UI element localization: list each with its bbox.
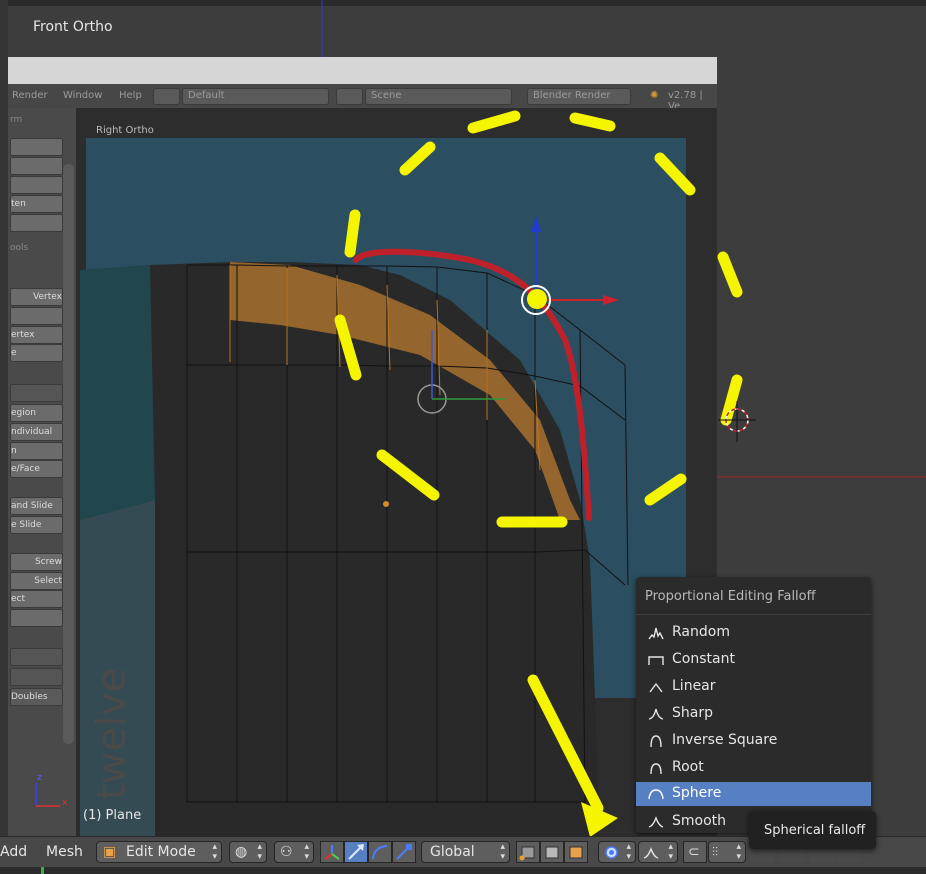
root-falloff-icon (650, 763, 662, 775)
falloff-item-sphere[interactable]: Sphere (636, 782, 871, 806)
updown-icon: ▴ ▾ (668, 842, 673, 862)
timeline-strip (0, 867, 926, 874)
gizmo-x-arrow[interactable] (603, 295, 619, 305)
snap-toggle[interactable]: ⊂ (683, 841, 707, 863)
menu-item-label: Linear (672, 678, 716, 694)
edge-select-button[interactable] (540, 841, 564, 863)
translate-manipulator-button[interactable] (344, 841, 368, 863)
menu-title: Proportional Editing Falloff (645, 589, 816, 604)
svg-text:x: x (62, 798, 68, 808)
vertex-select-button[interactable] (516, 841, 540, 863)
vertex-select-icon (519, 846, 535, 861)
updown-icon: ▴ ▾ (257, 842, 262, 862)
mesh-menu[interactable]: Mesh (46, 844, 83, 860)
random-falloff-icon (648, 627, 664, 640)
proportional-editing-icon (605, 846, 618, 859)
tooltip: Spherical falloff (749, 811, 876, 849)
linear-falloff-icon (649, 682, 663, 693)
falloff-item-inverse-square[interactable]: Inverse Square (636, 729, 871, 753)
add-menu[interactable]: Add (0, 844, 27, 860)
menu-item-label: Inverse Square (672, 732, 778, 748)
viewport-shading-selector[interactable]: ◍ ▴ ▾ (229, 841, 267, 863)
falloff-item-root[interactable]: Root (636, 756, 871, 780)
band-side-dark (80, 265, 155, 520)
snap-element-selector[interactable]: ⫶⫶ ▴ ▾ (708, 841, 746, 863)
falloff-type-selector[interactable]: ▴ ▾ (638, 841, 678, 863)
inverse-square-falloff-icon (650, 735, 662, 748)
updown-icon: ▴ ▾ (736, 842, 741, 862)
menu-item-label: Sharp (672, 705, 713, 721)
menu-item-label: Sphere (672, 785, 722, 801)
updown-icon: ▴ ▾ (626, 842, 631, 862)
orientation-label: Global (430, 844, 475, 860)
mode-label: Edit Mode (126, 844, 196, 860)
menu-item-label: Root (672, 759, 704, 775)
pivot-point-selector[interactable]: ⚇ ▴ ▾ (274, 841, 314, 863)
reference-watermark: twelve (89, 668, 135, 800)
updown-icon: ▴ ▾ (304, 842, 309, 862)
proportional-editing-selector[interactable]: ▴ ▾ (598, 841, 636, 863)
sharp-falloff-icon (648, 708, 664, 720)
menu-separator (636, 614, 871, 615)
transform-orientation-selector[interactable]: Global ▴ ▾ (421, 841, 510, 863)
face-select-icon (569, 846, 583, 859)
proportional-falloff-menu[interactable]: Proportional Editing Falloff Random Cons… (636, 577, 871, 833)
arrow-icon (348, 844, 364, 860)
band-shape (80, 262, 600, 836)
menu-item-label: Constant (672, 651, 735, 667)
tooltip-text: Spherical falloff (764, 823, 866, 838)
falloff-item-constant[interactable]: Constant (636, 648, 871, 672)
mode-selector[interactable]: ▣ Edit Mode ▴ ▾ (96, 841, 222, 863)
rotate-arc-icon (372, 845, 388, 860)
globe-icon: ◍ (235, 844, 248, 860)
updown-icon: ▴ ▾ (500, 842, 505, 862)
snap-increment-icon: ⫶⫶ (712, 845, 719, 859)
manipulator-icon (324, 845, 340, 860)
falloff-item-sharp[interactable]: Sharp (636, 702, 871, 726)
yellow-dot-annotation (527, 289, 547, 309)
face-select-button[interactable] (564, 841, 588, 863)
updown-icon: ▴ ▾ (212, 842, 217, 862)
svg-text:z: z (37, 773, 42, 783)
edit-mode-icon: ▣ (103, 844, 117, 860)
smooth-falloff-icon (648, 816, 664, 828)
constant-falloff-icon (648, 656, 664, 665)
edge-select-icon (545, 846, 559, 859)
current-frame-marker (41, 867, 44, 874)
object-origin-dot (383, 501, 389, 507)
scale-icon (396, 844, 412, 860)
rotate-manipulator-button[interactable] (368, 841, 392, 863)
menu-item-label: Smooth (672, 813, 727, 829)
pivot-icon: ⚇ (280, 844, 293, 860)
smooth-falloff-icon (643, 847, 659, 859)
scale-manipulator-button[interactable] (392, 841, 416, 863)
object-label: (1) Plane (83, 808, 142, 823)
gizmo-z-arrow[interactable] (531, 216, 541, 232)
menu-item-label: Random (672, 624, 730, 640)
falloff-item-random[interactable]: Random (636, 621, 871, 645)
manipulator-toggle[interactable] (320, 841, 344, 863)
magnet-icon: ⊂ (688, 844, 700, 860)
sphere-falloff-icon (648, 789, 664, 800)
falloff-item-linear[interactable]: Linear (636, 675, 871, 699)
